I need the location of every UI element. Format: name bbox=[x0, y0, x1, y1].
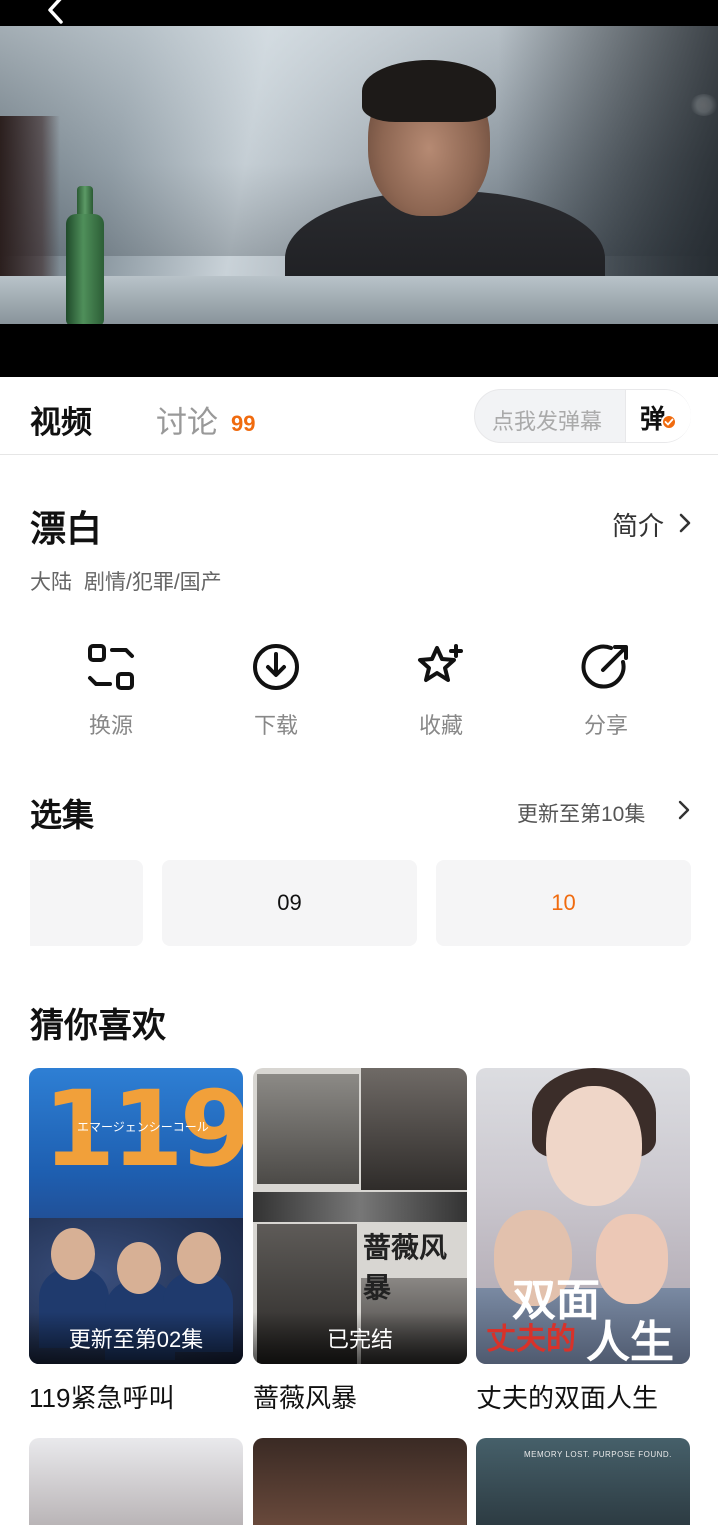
poster-badge: 更新至第02集 bbox=[29, 1312, 243, 1364]
recommend-card[interactable]: 双面 丈夫的 人生 丈夫的双面人生 bbox=[476, 1068, 690, 1415]
show-title: 漂白 bbox=[30, 508, 103, 549]
favorite-label: 收藏 bbox=[418, 713, 463, 738]
video-person-hair bbox=[362, 60, 496, 122]
discuss-count-badge: 99 bbox=[231, 411, 256, 436]
recommend-title: 猜你喜欢 bbox=[30, 1007, 166, 1045]
back-button[interactable] bbox=[40, 0, 74, 28]
recommend-card-partial[interactable]: MEMORY LOST. PURPOSE FOUND. bbox=[476, 1438, 690, 1525]
poster-face bbox=[51, 1228, 95, 1280]
share-label: 分享 bbox=[583, 713, 628, 738]
recommend-name[interactable]: 蔷薇风暴 bbox=[253, 1378, 467, 1415]
poster-face bbox=[117, 1242, 161, 1294]
recommend-card[interactable]: 蔷薇风暴 已完结 蔷薇风暴 bbox=[253, 1068, 467, 1415]
video-player[interactable] bbox=[0, 0, 718, 377]
poster-subtitle-text: エマージェンシーコール bbox=[77, 1120, 209, 1134]
show-genres: 剧情/犯罪/国产 bbox=[84, 571, 222, 594]
danmaku-toggle-button[interactable]: 弹 bbox=[625, 390, 691, 442]
download-label: 下载 bbox=[253, 713, 298, 738]
poster-title-text: 蔷薇风暴 bbox=[363, 1231, 448, 1304]
chevron-right-icon[interactable] bbox=[676, 798, 692, 822]
danmaku-input[interactable]: 点我发弹幕 bbox=[492, 404, 602, 436]
recommend-card[interactable]: 119 エマージェンシーコール 更新至第02集 119紧急呼叫 bbox=[29, 1068, 243, 1415]
tab-discuss[interactable]: 讨论 bbox=[156, 397, 218, 442]
video-table bbox=[0, 276, 718, 324]
poster-image[interactable]: 双面 丈夫的 人生 bbox=[476, 1068, 690, 1364]
poster-title-text: 人生 bbox=[586, 1317, 674, 1364]
favorite-button[interactable]: 收藏 bbox=[386, 636, 496, 746]
poster-panel bbox=[257, 1074, 359, 1184]
danmaku-bar[interactable]: 点我发弹幕 弹 bbox=[474, 389, 691, 443]
switch-source-icon bbox=[84, 640, 138, 694]
poster-image[interactable]: 119 エマージェンシーコール 更新至第02集 bbox=[29, 1068, 243, 1364]
poster-badge: 已完结 bbox=[253, 1312, 467, 1364]
share-button[interactable]: 分享 bbox=[551, 636, 661, 746]
video-bottle bbox=[66, 214, 104, 324]
poster-face bbox=[546, 1086, 642, 1206]
switch-source-label: 换源 bbox=[88, 713, 133, 738]
switch-source-button[interactable]: 换源 bbox=[56, 636, 166, 746]
poster-panel bbox=[361, 1068, 467, 1190]
recommend-name[interactable]: 119紧急呼叫 bbox=[29, 1378, 243, 1415]
poster-face bbox=[177, 1232, 221, 1284]
episodes-update-link[interactable]: 更新至第10集 bbox=[517, 798, 645, 828]
show-region: 大陆 bbox=[30, 571, 72, 594]
episode-card-09[interactable]: 09 bbox=[162, 860, 417, 946]
chevron-right-icon[interactable] bbox=[676, 510, 694, 536]
poster-title-text: 丈夫的 bbox=[486, 1322, 576, 1357]
poster-tagline: MEMORY LOST. PURPOSE FOUND. bbox=[524, 1450, 672, 1459]
recommend-name[interactable]: 丈夫的双面人生 bbox=[476, 1378, 690, 1415]
recommend-card-partial[interactable] bbox=[29, 1438, 243, 1525]
poster-panel bbox=[253, 1192, 467, 1222]
episode-card-10[interactable]: 10 bbox=[436, 860, 691, 946]
video-frame[interactable] bbox=[0, 26, 718, 324]
poster-image[interactable]: 蔷薇风暴 已完结 bbox=[253, 1068, 467, 1364]
show-meta: 大陆 剧情/犯罪/国产 bbox=[30, 566, 234, 596]
favorite-star-icon bbox=[414, 640, 468, 694]
chevron-left-icon bbox=[48, 0, 63, 24]
poster-face bbox=[596, 1214, 668, 1304]
download-icon bbox=[249, 640, 303, 694]
tab-video[interactable]: 视频 bbox=[30, 397, 92, 442]
recommend-card-partial[interactable] bbox=[253, 1438, 467, 1525]
intro-link[interactable]: 简介 bbox=[612, 506, 664, 543]
download-button[interactable]: 下载 bbox=[221, 636, 331, 746]
check-icon bbox=[661, 414, 677, 430]
episodes-title: 选集 bbox=[30, 797, 95, 833]
share-icon bbox=[579, 640, 633, 694]
tab-bar: 视频 讨论 99 点我发弹幕 弹 bbox=[0, 377, 718, 455]
episode-card-partial[interactable] bbox=[30, 860, 143, 946]
